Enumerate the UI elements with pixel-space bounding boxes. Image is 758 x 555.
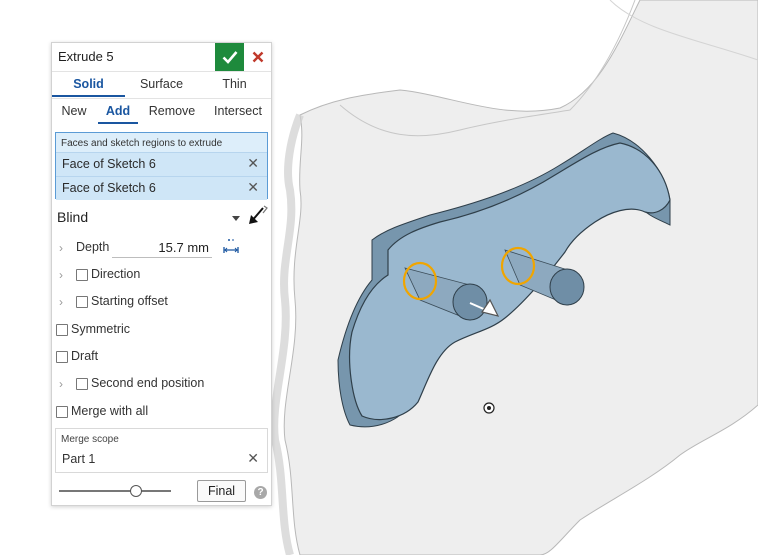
symmetric-row: Symmetric xyxy=(52,320,271,342)
chevron-right-icon[interactable]: › xyxy=(59,377,63,391)
help-icon[interactable]: ? xyxy=(254,486,267,499)
tab-add[interactable]: Add xyxy=(98,98,138,124)
starting-offset-row: › Starting offset xyxy=(52,292,271,314)
chevron-right-icon[interactable]: › xyxy=(59,295,63,309)
symmetric-label: Symmetric xyxy=(71,322,131,336)
direction-checkbox[interactable] xyxy=(76,269,88,281)
tab-surface-label: Surface xyxy=(139,77,184,91)
accept-button[interactable] xyxy=(215,43,244,71)
operation-tabs: New Add Remove Intersect xyxy=(52,98,271,124)
tab-surface[interactable]: Surface xyxy=(125,71,198,97)
end-type-select[interactable]: Blind xyxy=(57,205,268,228)
direction-row: › Direction xyxy=(52,265,271,287)
boss-right-end xyxy=(549,268,585,306)
boss-left-end xyxy=(452,283,488,321)
remove-selection-icon[interactable]: ✕ xyxy=(247,155,259,172)
faces-field-label: Faces and sketch regions to extrude xyxy=(61,138,223,149)
chevron-right-icon[interactable]: › xyxy=(59,241,63,255)
tab-remove[interactable]: Remove xyxy=(144,98,200,124)
extrude-type-tabs: Solid Surface Thin xyxy=(52,71,271,97)
merge-with-all-row: Merge with all xyxy=(52,402,271,424)
tab-remove-label: Remove xyxy=(148,104,196,118)
draft-row: Draft xyxy=(52,347,271,369)
checkmark-icon xyxy=(222,51,237,64)
starting-offset-checkbox[interactable] xyxy=(76,296,88,308)
origin-marker[interactable] xyxy=(483,402,495,414)
tab-underline xyxy=(98,122,138,124)
chevron-right-icon[interactable]: › xyxy=(59,268,63,282)
draft-label: Draft xyxy=(71,349,99,363)
tab-intersect-label: Intersect xyxy=(214,104,262,118)
flip-direction-icon[interactable] xyxy=(247,204,269,228)
end-type-value: Blind xyxy=(57,209,89,225)
depth-options-icon[interactable] xyxy=(222,238,240,256)
tab-underline xyxy=(52,95,125,97)
close-icon xyxy=(252,51,264,63)
preview-slider[interactable] xyxy=(59,484,171,498)
merge-scope-label: Merge scope xyxy=(61,434,119,445)
chevron-down-icon xyxy=(232,216,240,221)
tab-thin-label: Thin xyxy=(222,77,247,91)
face-selection-item[interactable]: Face of Sketch 6 ✕ xyxy=(56,176,267,200)
remove-selection-icon[interactable]: ✕ xyxy=(247,450,259,467)
direction-label: Direction xyxy=(91,267,141,281)
depth-input[interactable]: 15.7 mm xyxy=(112,238,212,258)
faces-selection-field[interactable]: Faces and sketch regions to extrude Face… xyxy=(55,132,268,200)
symmetric-checkbox[interactable] xyxy=(56,324,68,336)
face-selection-item[interactable]: Face of Sketch 6 ✕ xyxy=(56,152,267,176)
merge-scope-value: Part 1 xyxy=(62,452,96,466)
slider-track xyxy=(59,490,171,492)
extrude-dialog: Extrude 5 Solid Surface Thin New Add Rem… xyxy=(51,42,272,506)
cancel-button[interactable] xyxy=(247,45,269,69)
tab-new-label: New xyxy=(61,104,87,118)
tab-thin[interactable]: Thin xyxy=(198,71,271,97)
slider-thumb[interactable] xyxy=(130,485,142,497)
depth-value: 15.7 mm xyxy=(158,240,209,255)
second-end-label: Second end position xyxy=(91,376,205,390)
final-button[interactable]: Final xyxy=(197,480,246,502)
dialog-title: Extrude 5 xyxy=(58,49,114,64)
second-end-checkbox[interactable] xyxy=(76,378,88,390)
merge-scope-field[interactable]: Merge scope Part 1 ✕ xyxy=(55,428,268,473)
tab-add-label: Add xyxy=(105,104,131,118)
depth-label: Depth xyxy=(76,240,110,254)
draft-checkbox[interactable] xyxy=(56,351,68,363)
starting-offset-label: Starting offset xyxy=(91,294,168,308)
merge-with-all-label: Merge with all xyxy=(71,404,149,418)
dialog-titlebar: Extrude 5 xyxy=(52,43,271,71)
merge-with-all-checkbox[interactable] xyxy=(56,406,68,418)
tab-solid-label: Solid xyxy=(73,77,104,91)
face-selection-label: Face of Sketch 6 xyxy=(62,181,156,195)
remove-selection-icon[interactable]: ✕ xyxy=(247,179,259,196)
second-end-row: › Second end position xyxy=(52,374,271,396)
tab-new[interactable]: New xyxy=(56,98,92,124)
tab-solid[interactable]: Solid xyxy=(52,71,125,97)
tab-intersect[interactable]: Intersect xyxy=(208,98,268,124)
face-selection-label: Face of Sketch 6 xyxy=(62,157,156,171)
depth-row: › Depth 15.7 mm xyxy=(52,238,271,260)
